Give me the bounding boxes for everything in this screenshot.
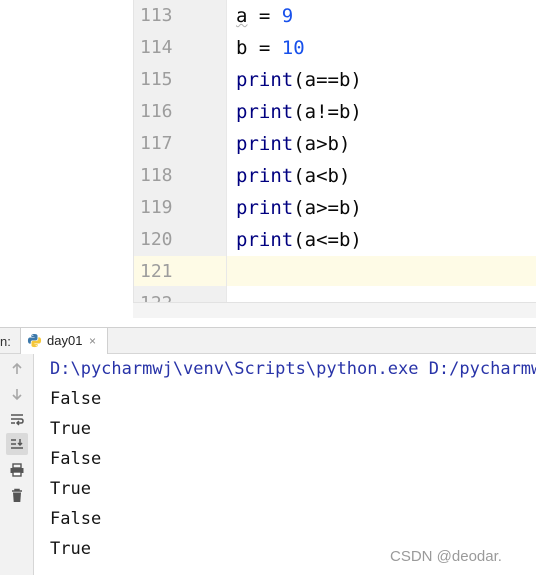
trash-icon[interactable] bbox=[6, 484, 28, 506]
watermark: CSDN @deodar. bbox=[390, 548, 502, 565]
code-number: 10 bbox=[281, 37, 305, 59]
code-line: print(a>b) bbox=[236, 128, 350, 160]
editor-left-margin bbox=[0, 0, 133, 318]
line-number-gutter[interactable]: 113 114 115 116 117 118 119 120 121 122 bbox=[133, 0, 227, 302]
line-number: 117 bbox=[140, 133, 173, 154]
console-output-line: False bbox=[50, 449, 102, 469]
line-number: 115 bbox=[140, 69, 173, 90]
code-keyword: print bbox=[236, 229, 294, 251]
run-tab-bar: n: day01 × bbox=[0, 327, 536, 354]
code-keyword: print bbox=[236, 101, 294, 123]
line-number: 122 bbox=[140, 288, 180, 302]
code-text: (a<b) bbox=[293, 165, 351, 187]
code-keyword: print bbox=[236, 133, 294, 155]
console-output-line: True bbox=[50, 479, 91, 499]
print-icon[interactable] bbox=[6, 459, 28, 481]
soft-wrap-icon[interactable] bbox=[6, 408, 28, 430]
tab-label: day01 bbox=[47, 333, 83, 348]
code-keyword: print bbox=[236, 197, 294, 219]
run-tool-window-label: n: bbox=[0, 334, 11, 349]
line-number: 121 bbox=[140, 261, 173, 282]
up-arrow-icon[interactable] bbox=[6, 358, 28, 380]
editor-horizontal-scrollbar[interactable] bbox=[133, 302, 536, 319]
line-number: 113 bbox=[140, 5, 173, 26]
code-line: print(a!=b) bbox=[236, 96, 362, 128]
code-text: (a>b) bbox=[293, 133, 351, 155]
scroll-to-end-icon[interactable] bbox=[6, 433, 28, 455]
code-line: a = 9 bbox=[236, 0, 293, 32]
down-arrow-icon[interactable] bbox=[6, 383, 28, 405]
code-keyword: print bbox=[236, 165, 294, 187]
line-number: 120 bbox=[140, 229, 173, 250]
line-number: 114 bbox=[140, 37, 173, 58]
code-editor[interactable]: a = 9b = 10 print(a==b) print(a!=b) print(a… bbox=[227, 0, 536, 302]
code-text: = bbox=[247, 37, 282, 59]
run-toolbar bbox=[0, 354, 34, 575]
code-line: b = 10 bbox=[236, 32, 305, 64]
console-output-line: True bbox=[50, 419, 91, 439]
console-output-line: False bbox=[50, 389, 102, 409]
python-icon bbox=[27, 333, 42, 348]
code-number: 9 bbox=[281, 5, 294, 27]
line-number: 116 bbox=[140, 101, 173, 122]
console-output[interactable]: D:\pycharmwj\venv\Scripts\python.exe D:/… bbox=[34, 354, 536, 575]
code-line: print(a<=b) bbox=[236, 224, 362, 256]
panel-splitter[interactable] bbox=[0, 318, 536, 327]
code-text: (a==b) bbox=[293, 69, 362, 91]
line-number: 119 bbox=[140, 197, 173, 218]
tab-day01[interactable]: day01 × bbox=[20, 328, 108, 354]
console-command-line: D:\pycharmwj\venv\Scripts\python.exe D:/… bbox=[50, 359, 536, 379]
console-output-line: True bbox=[50, 539, 91, 559]
code-line: print(a>=b) bbox=[236, 192, 362, 224]
code-text: (a!=b) bbox=[293, 101, 362, 123]
code-text: (a<=b) bbox=[293, 229, 362, 251]
code-text: (a>=b) bbox=[293, 197, 362, 219]
code-line: print(a<b) bbox=[236, 160, 350, 192]
code-line: print(a==b) bbox=[236, 64, 362, 96]
console-output-line: False bbox=[50, 509, 102, 529]
line-number: 118 bbox=[140, 165, 173, 186]
tab-close-icon[interactable]: × bbox=[89, 328, 96, 354]
code-text: b bbox=[236, 37, 248, 59]
current-line-highlight bbox=[227, 256, 536, 286]
code-keyword: print bbox=[236, 69, 294, 91]
code-text: = bbox=[247, 5, 282, 27]
code-text: a bbox=[236, 5, 248, 27]
